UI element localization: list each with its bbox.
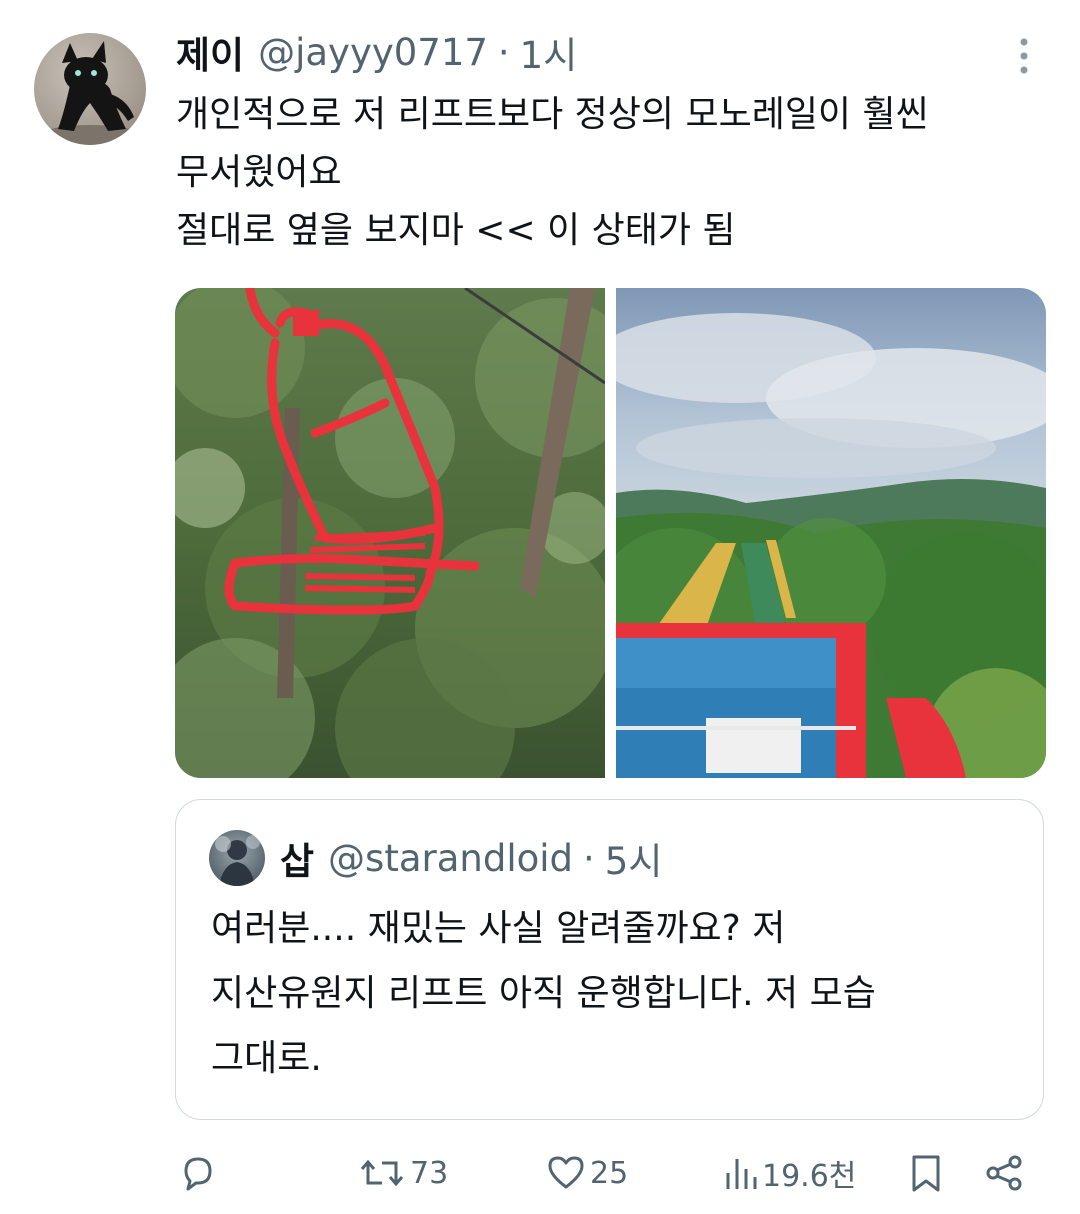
quoted-tweet[interactable]: 삽 @starandloid · 5시 여러분.... 재밌는 사실 알려줄까요… <box>175 799 1044 1120</box>
tweet-text: 개인적으로 저 리프트보다 정상의 모노레일이 훨씬 무서웠어요 절대로 옆을 … <box>176 86 1056 260</box>
quoted-author-avatar[interactable] <box>209 830 265 886</box>
quoted-time: 5시 <box>604 840 663 883</box>
tweet-time[interactable]: 1시 <box>520 25 578 79</box>
separator-dot: · <box>583 836 595 880</box>
share-icon <box>984 1153 1024 1193</box>
author-avatar[interactable] <box>34 33 146 145</box>
media-photo-chairlift[interactable] <box>175 288 605 778</box>
tweet-line: 무서웠어요 <box>176 152 342 193</box>
retweet-icon <box>358 1153 406 1193</box>
retweet-count: 73 <box>410 1155 449 1191</box>
action-bar: 73 25 19.6천 <box>0 1148 1080 1198</box>
views-button[interactable]: 19.6천 <box>724 1148 856 1198</box>
quoted-header: 삽 @starandloid · 5시 <box>280 828 662 888</box>
reply-button[interactable] <box>178 1148 222 1198</box>
share-button[interactable] <box>984 1148 1024 1198</box>
quoted-line: 여러분.... 재밌는 사실 알려줄까요? 저 <box>211 908 786 949</box>
author-handle[interactable]: @jayyy0717 <box>258 31 488 74</box>
reply-icon <box>178 1153 218 1193</box>
separator-dot: · <box>497 30 510 74</box>
views-icon <box>724 1153 758 1193</box>
retweet-button[interactable]: 73 <box>358 1148 448 1198</box>
author-name[interactable]: 제이 <box>176 25 244 79</box>
quoted-line: 지산유원지 리프트 아직 운행합니다. 저 모습 <box>211 973 876 1014</box>
tweet-line: 개인적으로 저 리프트보다 정상의 모노레일이 훨씬 <box>176 94 929 135</box>
like-count: 25 <box>590 1155 629 1191</box>
more-vertical-icon[interactable] <box>1010 36 1038 76</box>
tweet-header: 제이 @jayyy0717 · 1시 <box>176 22 577 82</box>
quoted-line: 그대로. <box>211 1038 322 1079</box>
tweet-media <box>175 288 1046 778</box>
quoted-author-handle: @starandloid <box>328 836 574 880</box>
heart-icon <box>546 1153 586 1193</box>
tweet-line: 절대로 옆을 보지마 << 이 상태가 됨 <box>176 210 736 251</box>
bookmark-button[interactable] <box>908 1148 944 1198</box>
like-button[interactable]: 25 <box>546 1148 628 1198</box>
bookmark-icon <box>908 1153 944 1193</box>
media-photo-monorail[interactable] <box>616 288 1046 778</box>
quoted-text: 여러분.... 재밌는 사실 알려줄까요? 저 지산유원지 리프트 아직 운행합… <box>211 896 876 1091</box>
views-count: 19.6천 <box>762 1159 857 1194</box>
quoted-author-name: 삽 <box>280 840 315 883</box>
